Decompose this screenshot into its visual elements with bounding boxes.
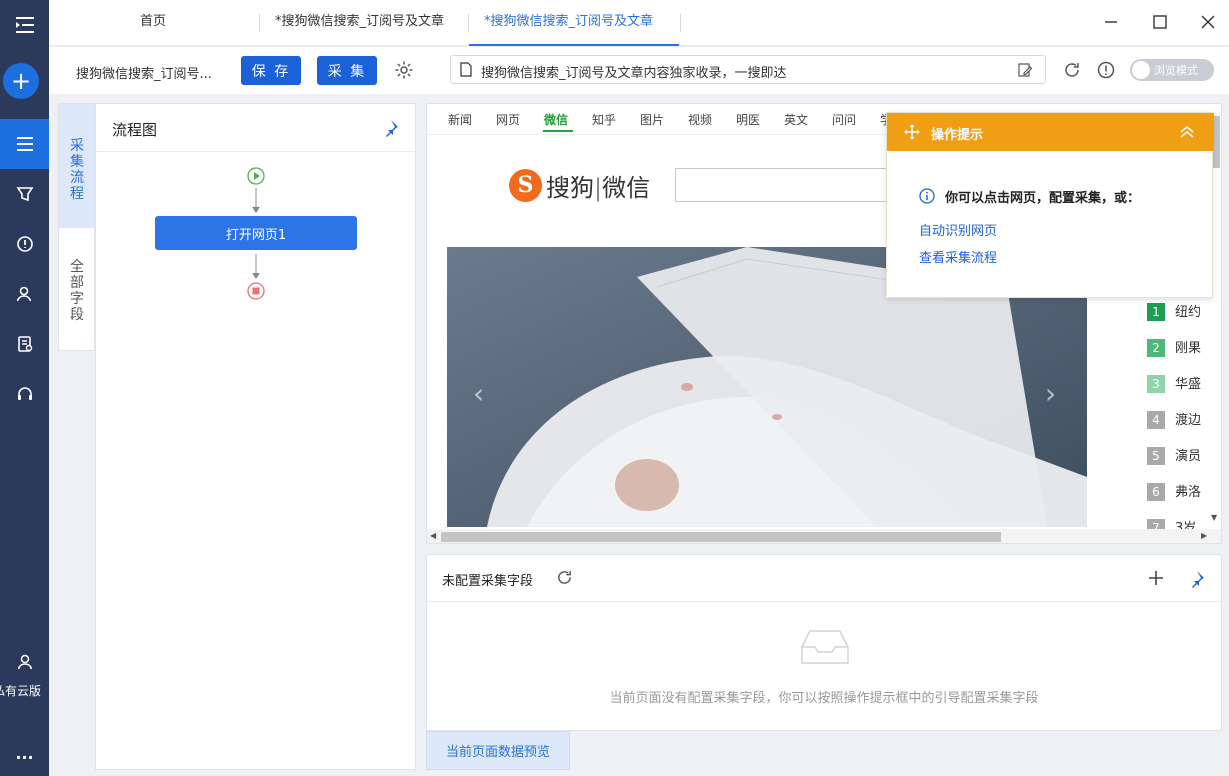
more-icon[interactable]: ... <box>0 730 49 776</box>
divider <box>96 151 415 152</box>
tab-bar: 首页 *搜狗微信搜索_订阅号及文章 *搜狗微信搜索_订阅号及文章 <box>49 0 1229 46</box>
nav-english[interactable]: 英文 <box>784 111 808 128</box>
flow-title: 流程图 <box>112 121 158 139</box>
account-icon[interactable] <box>0 636 49 688</box>
private-cloud-label[interactable]: 私有云版 <box>0 682 49 699</box>
collect-button[interactable]: 采 集 <box>317 56 377 85</box>
flow-arrow <box>250 254 262 284</box>
logo-text: 搜狗 <box>546 173 594 202</box>
vertical-scrollbar-thumb[interactable] <box>1213 116 1220 168</box>
sogou-s-icon: S <box>509 168 542 202</box>
tab-all-fields-label: 全部字段 <box>70 259 84 323</box>
data-doc-icon[interactable] <box>0 319 49 369</box>
tab-divider <box>259 14 260 32</box>
menu-toggle-icon[interactable] <box>0 0 49 50</box>
schedule-icon[interactable] <box>0 219 49 269</box>
url-text: 搜狗微信搜索_订阅号及文章内容独家收录，一搜即达 <box>481 66 787 81</box>
carousel-next-icon[interactable]: › <box>1045 377 1056 410</box>
edit-url-icon[interactable] <box>1017 62 1033 82</box>
nav-video[interactable]: 视频 <box>688 111 712 128</box>
logo-text-weixin: 微信 <box>602 173 651 202</box>
pin-icon[interactable] <box>381 119 399 141</box>
sogou-weixin-logo[interactable]: S 搜狗|微信 <box>509 168 650 202</box>
nav-news[interactable]: 新闻 <box>448 111 472 128</box>
minimize-icon[interactable] <box>1101 12 1121 32</box>
add-task-button[interactable]: + <box>3 63 39 99</box>
settings-gear-icon[interactable] <box>393 59 415 81</box>
tasks-icon[interactable] <box>0 119 49 169</box>
tab-collect-flow[interactable]: 采集流程 <box>59 104 95 228</box>
templates-icon[interactable] <box>0 169 49 219</box>
scroll-right-icon[interactable]: ▶ <box>1201 531 1207 540</box>
page-icon <box>460 62 472 81</box>
info-icon[interactable] <box>1095 59 1117 81</box>
url-bar[interactable]: 搜狗微信搜索_订阅号及文章内容独家收录，一搜即达 <box>450 55 1046 84</box>
nav-web[interactable]: 网页 <box>496 111 520 128</box>
hot-rank-item[interactable]: 3 华盛 <box>1147 373 1221 393</box>
search-input[interactable] <box>675 168 895 202</box>
toolbar: 搜狗微信搜索_订阅号... 保 存 采 集 搜狗微信搜索_订阅号及文章内容独家收… <box>49 47 1229 94</box>
horizontal-scrollbar[interactable]: ◀ ▶ <box>427 529 1221 543</box>
nav-weixin[interactable]: 微信 <box>544 111 568 128</box>
users-icon[interactable] <box>0 269 49 319</box>
hot-rank-item[interactable]: 2 刚果 <box>1147 337 1221 357</box>
refresh-fields-icon[interactable] <box>556 569 573 590</box>
pin-icon[interactable] <box>1187 570 1205 592</box>
tab-all-fields[interactable]: 全部字段 <box>59 259 95 323</box>
info-circle-icon <box>919 188 935 208</box>
hot-rank-item[interactable]: 5 演员 <box>1147 445 1221 465</box>
nav-active-underline <box>543 130 573 132</box>
empty-inbox-icon <box>800 627 850 671</box>
flow-end-icon <box>246 281 266 305</box>
browse-mode-label: 浏览模式 <box>1154 64 1198 77</box>
tab-divider <box>680 14 681 32</box>
fields-panel: 未配置采集字段 当前页面没有配置采集字段，你可以按照操作提示框中的引导配置采集字… <box>426 554 1222 731</box>
tip-message: 你可以点击网页，配置采集，或： <box>945 191 1141 206</box>
carousel-prev-icon[interactable]: ‹ <box>473 377 484 410</box>
flow-arrow <box>250 188 262 218</box>
view-flow-link[interactable]: 查看采集流程 <box>919 247 997 266</box>
tab-home[interactable]: 首页 <box>140 0 166 46</box>
empty-fields-message: 当前页面没有配置采集字段，你可以按照操作提示框中的引导配置采集字段 <box>609 691 1039 706</box>
nav-zhihu[interactable]: 知乎 <box>592 111 616 128</box>
divider <box>427 601 1221 602</box>
flow-start-icon <box>246 166 266 190</box>
left-rail: + 私有云版 ... <box>0 0 49 776</box>
add-field-icon[interactable] <box>1147 569 1165 591</box>
nav-wenwen[interactable]: 问问 <box>832 111 856 128</box>
collapse-icon[interactable] <box>1179 124 1195 144</box>
flow-panel: 流程图 打开网页1 <box>95 103 416 770</box>
support-headset-icon[interactable] <box>0 369 49 419</box>
operation-tip-popup: 操作提示 你可以点击网页，配置采集，或： 自动识别网页 查看采集流程 <box>886 112 1214 298</box>
fields-title: 未配置采集字段 <box>442 574 534 589</box>
auto-detect-link[interactable]: 自动识别网页 <box>919 220 997 239</box>
side-tabs: 采集流程 全部字段 <box>58 103 95 351</box>
task-name[interactable]: 搜狗微信搜索_订阅号... <box>76 63 212 82</box>
nav-images[interactable]: 图片 <box>640 111 664 128</box>
hot-rank-item[interactable]: 6 弗洛 <box>1147 481 1221 501</box>
tab-collect-flow-label: 采集流程 <box>70 138 84 202</box>
hot-rank-item[interactable]: 4 渡边 <box>1147 409 1221 429</box>
close-icon[interactable] <box>1198 12 1218 32</box>
move-icon[interactable] <box>904 124 920 144</box>
save-button[interactable]: 保 存 <box>241 56 301 85</box>
browse-mode-toggle[interactable]: 浏览模式 <box>1130 59 1214 81</box>
toggle-knob <box>1132 61 1150 79</box>
tab-data-preview[interactable]: 当前页面数据预览 <box>426 731 570 770</box>
horizontal-scrollbar-thumb[interactable] <box>441 532 1001 542</box>
maximize-icon[interactable] <box>1150 12 1170 32</box>
tab-task-1[interactable]: *搜狗微信搜索_订阅号及文章 <box>275 0 453 46</box>
tab-task-2-active[interactable]: *搜狗微信搜索_订阅号及文章 <box>469 0 679 46</box>
hot-rank-item[interactable]: 1 纽约 <box>1147 301 1221 321</box>
tip-header[interactable]: 操作提示 <box>887 113 1214 151</box>
scroll-down-icon[interactable]: ▼ <box>1211 513 1217 522</box>
refresh-icon[interactable] <box>1061 59 1083 81</box>
scroll-left-icon[interactable]: ◀ <box>430 531 436 540</box>
nav-mingyi[interactable]: 明医 <box>736 111 760 128</box>
flow-step-open-page[interactable]: 打开网页1 <box>155 216 357 250</box>
tip-title: 操作提示 <box>931 128 984 143</box>
